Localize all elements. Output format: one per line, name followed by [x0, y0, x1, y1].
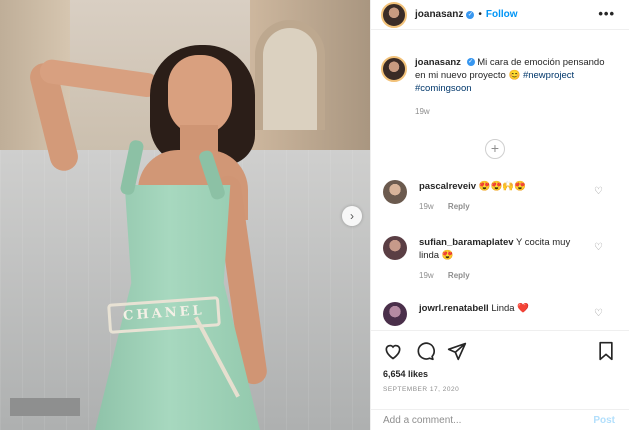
comment-username[interactable]: sufian_baramaplatev: [419, 237, 514, 248]
post-caption: joanasanz ✓ Mi cara de emoción pensando …: [381, 56, 617, 118]
avatar[interactable]: [383, 302, 407, 326]
comment-body: pascalreveiv 😍😍🙌😍 19w Reply: [419, 180, 579, 213]
list-item: pascalreveiv 😍😍🙌😍 19w Reply ♡: [383, 180, 613, 213]
comment-input[interactable]: [383, 415, 563, 426]
heart-icon[interactable]: [383, 341, 403, 361]
caption-time: 19w: [415, 107, 430, 116]
caption-body: joanasanz ✓ Mi cara de emoción pensando …: [415, 56, 617, 118]
action-icons: [383, 341, 479, 361]
comment-body: jowrl.renatabell Linda ❤️: [419, 302, 579, 326]
header-username[interactable]: joanasanz: [415, 9, 463, 20]
bookmark-icon[interactable]: [597, 341, 615, 361]
post-date: SEPTEMBER 17, 2020: [383, 386, 460, 393]
comment-body: sufian_baramaplatev Y cocita muy linda 😍…: [419, 236, 579, 282]
reply-button[interactable]: Reply: [448, 202, 470, 211]
post-header: joanasanz ✓ • Follow •••: [371, 0, 629, 30]
heart-icon[interactable]: ♡: [594, 308, 603, 319]
avatar[interactable]: [383, 236, 407, 260]
more-icon[interactable]: •••: [598, 6, 615, 21]
heart-icon[interactable]: ♡: [594, 186, 603, 197]
post-button[interactable]: Post: [593, 415, 615, 426]
avatar[interactable]: [383, 180, 407, 204]
dot-separator: •: [478, 9, 482, 20]
comment-text: 😍😍🙌😍: [478, 181, 527, 192]
share-icon[interactable]: [447, 341, 467, 361]
comment-username[interactable]: jowrl.renatabell: [419, 303, 489, 314]
verified-icon: ✓: [466, 10, 475, 19]
list-item: sufian_baramaplatev Y cocita muy linda 😍…: [383, 236, 613, 282]
follow-button[interactable]: Follow: [486, 9, 518, 20]
caption-username[interactable]: joanasanz: [415, 57, 461, 68]
street-grate: [10, 398, 80, 416]
verified-icon: ✓: [466, 58, 475, 67]
comment-username[interactable]: pascalreveiv: [419, 181, 476, 192]
comment-meta: 19w Reply: [419, 269, 579, 282]
caption-avatar[interactable]: [381, 56, 407, 82]
avatar[interactable]: [381, 1, 407, 28]
archway: [255, 20, 325, 130]
comment-time: 19w: [419, 202, 434, 211]
face: [168, 55, 232, 135]
post-sidebar: joanasanz ✓ • Follow ••• joanasanz ✓ Mi …: [370, 0, 630, 430]
chevron-right-icon[interactable]: ›: [342, 206, 362, 226]
comment-icon[interactable]: [415, 341, 435, 361]
comment-meta: 19w Reply: [419, 200, 579, 213]
comment-time: 19w: [419, 271, 434, 280]
add-comment-bar: Post: [371, 409, 629, 430]
comment-text: Linda ❤️: [491, 303, 530, 314]
post-actions: 6,654 likes SEPTEMBER 17, 2020 Post: [371, 330, 629, 430]
like-count[interactable]: 6,654 likes: [383, 369, 428, 379]
list-item: jowrl.renatabell Linda ❤️ ♡: [383, 302, 613, 326]
post-photo[interactable]: CHANEL: [0, 0, 370, 430]
reply-button[interactable]: Reply: [448, 271, 470, 280]
heart-icon[interactable]: ♡: [594, 242, 603, 253]
plus-circle-icon[interactable]: +: [485, 139, 505, 159]
